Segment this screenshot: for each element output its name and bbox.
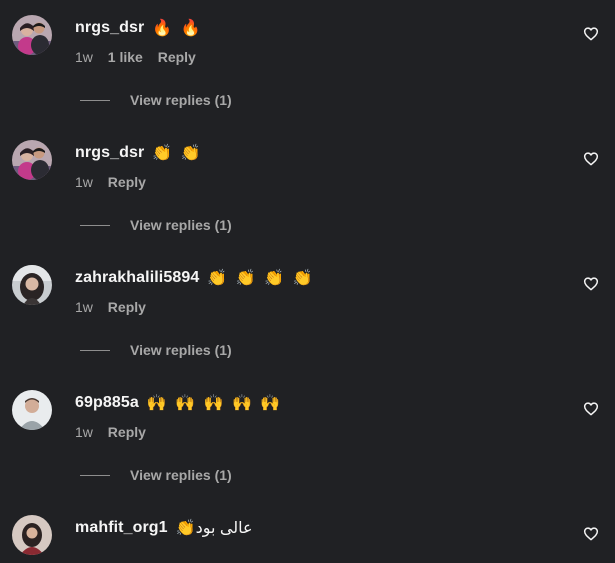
woman-photo-avatar-icon bbox=[12, 265, 52, 305]
heart-outline-icon[interactable] bbox=[583, 26, 599, 42]
timestamp[interactable]: 1w bbox=[75, 174, 93, 190]
username-link[interactable]: nrgs_dsr bbox=[75, 144, 144, 162]
timestamp[interactable]: 1w bbox=[75, 49, 93, 65]
comment-text: 👏عالی بود bbox=[175, 520, 253, 537]
username-link[interactable]: 69p885a bbox=[75, 394, 139, 412]
comment-meta: 1w Reply bbox=[75, 299, 157, 315]
comment-item: 69p885a 🙌 🙌 🙌 🙌 🙌 1w Reply View replies … bbox=[0, 375, 615, 500]
comment-text: 👏 👏 👏 👏 bbox=[207, 270, 315, 287]
comment-header: 69p885a 🙌 🙌 🙌 🙌 🙌 bbox=[75, 390, 282, 416]
comment-item: zahrakhalili5894 👏 👏 👏 👏 1w Reply View r… bbox=[0, 250, 615, 375]
view-replies-label: View replies (1) bbox=[130, 467, 232, 483]
comment-header: mahfit_org1 👏عالی بود bbox=[75, 515, 253, 541]
username-link[interactable]: zahrakhalili5894 bbox=[75, 269, 199, 287]
woman-photo-avatar-icon bbox=[12, 515, 52, 555]
couple-photo-avatar-icon bbox=[12, 15, 52, 55]
comment-text: 🔥 🔥 bbox=[152, 20, 203, 37]
comment-text: 👏 👏 bbox=[152, 145, 203, 162]
heart-outline-icon[interactable] bbox=[583, 276, 599, 292]
reply-button[interactable]: Reply bbox=[108, 299, 146, 315]
comment-meta: 1w Reply bbox=[75, 174, 157, 190]
avatar[interactable] bbox=[12, 15, 52, 55]
username-link[interactable]: mahfit_org1 bbox=[75, 519, 168, 537]
man-photo-avatar-icon bbox=[12, 390, 52, 430]
username-link[interactable]: nrgs_dsr bbox=[75, 19, 144, 37]
divider-line bbox=[80, 99, 110, 101]
view-replies-button[interactable]: View replies (1) bbox=[80, 217, 232, 233]
couple-photo-avatar-icon bbox=[12, 140, 52, 180]
view-replies-button[interactable]: View replies (1) bbox=[80, 467, 232, 483]
avatar[interactable] bbox=[12, 140, 52, 180]
likes-count[interactable]: 1 like bbox=[108, 49, 143, 65]
view-replies-label: View replies (1) bbox=[130, 217, 232, 233]
timestamp[interactable]: 1w bbox=[75, 299, 93, 315]
divider-line bbox=[80, 349, 110, 351]
divider-line bbox=[80, 224, 110, 226]
divider-line bbox=[80, 474, 110, 476]
heart-outline-icon[interactable] bbox=[583, 526, 599, 542]
reply-button[interactable]: Reply bbox=[108, 174, 146, 190]
heart-outline-icon[interactable] bbox=[583, 401, 599, 417]
comment-header: zahrakhalili5894 👏 👏 👏 👏 bbox=[75, 265, 314, 291]
view-replies-button[interactable]: View replies (1) bbox=[80, 342, 232, 358]
comment-text: 🙌 🙌 🙌 🙌 🙌 bbox=[146, 395, 283, 412]
comment-item: nrgs_dsr 👏 👏 1w Reply View replies (1) bbox=[0, 125, 615, 250]
comment-meta: 1w 1 like Reply bbox=[75, 49, 207, 65]
timestamp[interactable]: 1w bbox=[75, 424, 93, 440]
comment-item: nrgs_dsr 🔥 🔥 1w 1 like Reply View replie… bbox=[0, 0, 615, 125]
heart-outline-icon[interactable] bbox=[583, 151, 599, 167]
reply-button[interactable]: Reply bbox=[158, 49, 196, 65]
avatar[interactable] bbox=[12, 390, 52, 430]
view-replies-button[interactable]: View replies (1) bbox=[80, 92, 232, 108]
comment-header: nrgs_dsr 🔥 🔥 bbox=[75, 15, 203, 41]
comment-header: nrgs_dsr 👏 👏 bbox=[75, 140, 203, 166]
comment-item: mahfit_org1 👏عالی بود bbox=[0, 500, 615, 563]
view-replies-label: View replies (1) bbox=[130, 342, 232, 358]
reply-button[interactable]: Reply bbox=[108, 424, 146, 440]
view-replies-label: View replies (1) bbox=[130, 92, 232, 108]
avatar[interactable] bbox=[12, 515, 52, 555]
avatar[interactable] bbox=[12, 265, 52, 305]
comment-meta: 1w Reply bbox=[75, 424, 157, 440]
